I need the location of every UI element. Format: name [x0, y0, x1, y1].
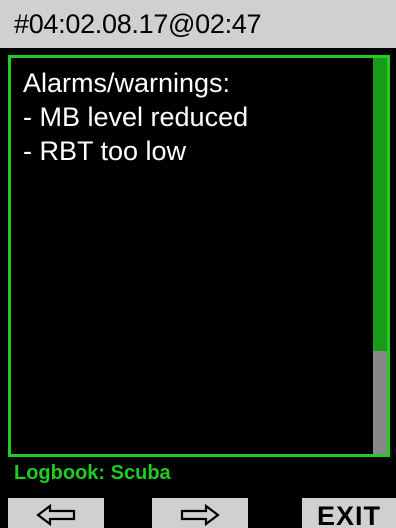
scrollbar-thumb[interactable]: [373, 58, 387, 351]
alarm-item: - MB level reduced: [23, 102, 249, 132]
softkey-bar: EXIT: [0, 498, 396, 528]
arrow-left-icon: [36, 504, 76, 526]
header-bar: #04:02.08.17@02:47: [0, 0, 396, 48]
arrow-right-icon: [180, 504, 220, 526]
dive-computer-screen: #04:02.08.17@02:47 Alarms/warnings: - MB…: [0, 0, 396, 528]
log-detail-panel: Alarms/warnings: - MB level reduced - RB…: [8, 55, 390, 457]
alarm-item: - RBT too low: [23, 136, 187, 166]
log-detail-text: Alarms/warnings: - MB level reduced - RB…: [23, 66, 373, 168]
next-button[interactable]: [152, 498, 248, 528]
scrollbar[interactable]: [373, 58, 387, 454]
exit-button[interactable]: EXIT: [302, 498, 396, 528]
previous-button[interactable]: [8, 498, 104, 528]
exit-label: EXIT: [316, 500, 381, 528]
alarms-heading: Alarms/warnings:: [23, 68, 231, 98]
dive-log-id: #04:02.08.17@02:47: [14, 8, 262, 39]
mode-label: Logbook: Scuba: [14, 462, 171, 484]
